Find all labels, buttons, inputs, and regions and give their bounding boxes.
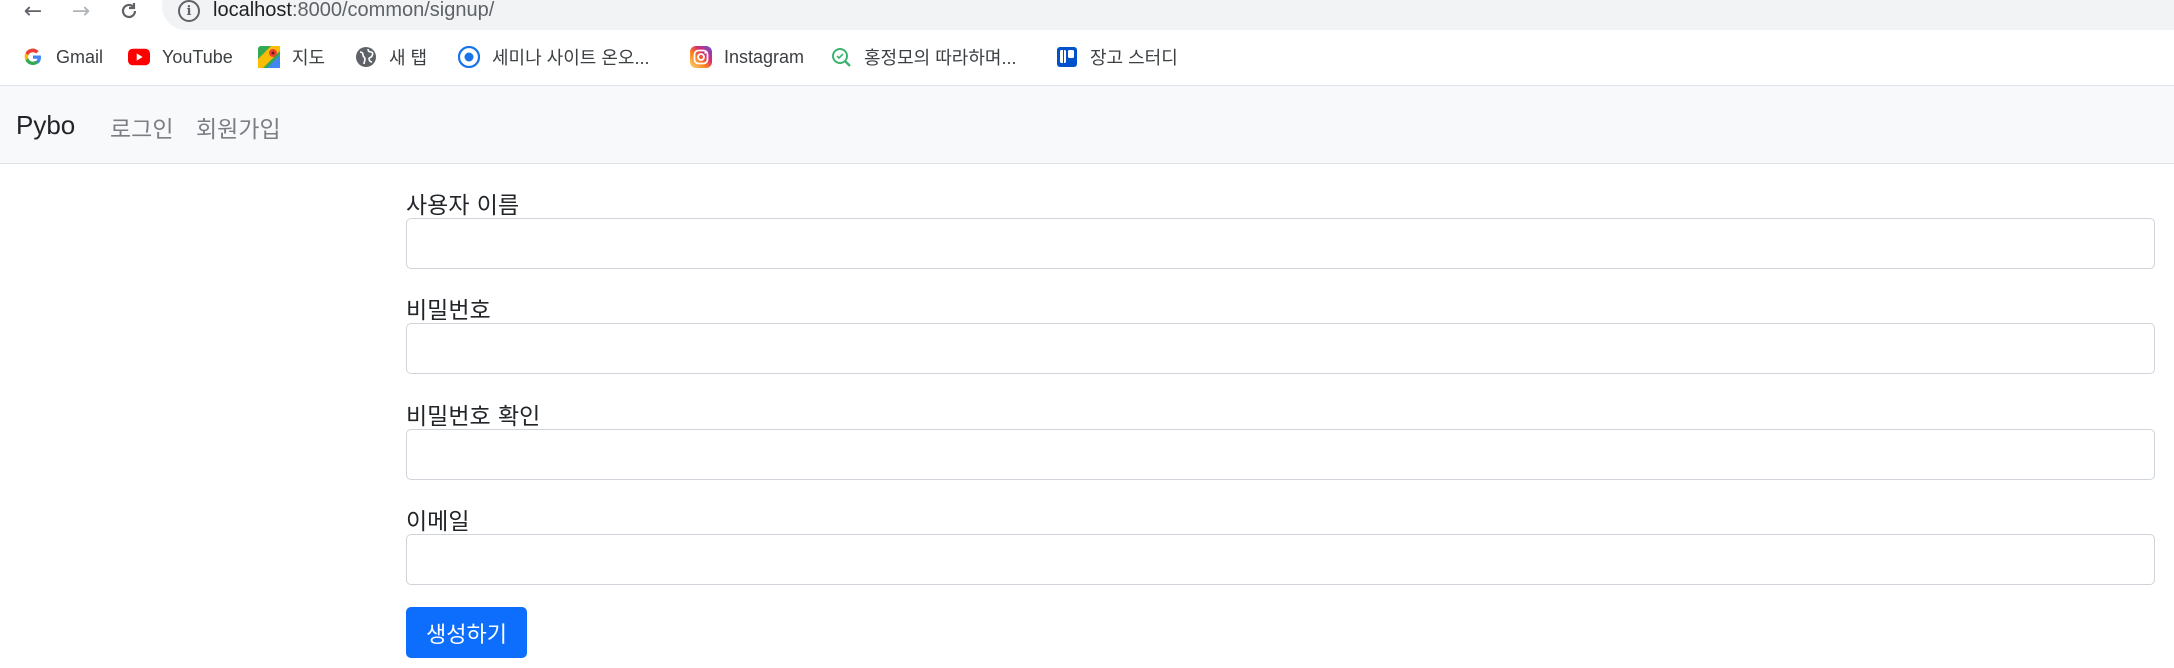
password-input[interactable] (406, 323, 2155, 374)
bookmark-django-study[interactable]: 장고 스터디 (1056, 40, 1178, 74)
maps-icon (258, 46, 280, 68)
trello-icon (1056, 46, 1078, 68)
browser-address-bar: ← → i localhost:8000/common/signup/ (0, 0, 2174, 30)
bookmark-youtube[interactable]: YouTube (128, 40, 233, 74)
url-host: localhost (213, 0, 292, 21)
bookmark-label: 지도 (292, 48, 326, 68)
bookmark-seminar[interactable]: 세미나 사이트 온오... (458, 40, 649, 74)
reload-button[interactable] (114, 0, 144, 24)
globe-icon (355, 46, 377, 68)
google-icon (22, 46, 44, 68)
nav-link-signup[interactable]: 회원가입 (196, 110, 281, 144)
bookmark-new-tab[interactable]: 새 탭 (355, 40, 427, 74)
username-input[interactable] (406, 218, 2155, 269)
bookmark-maps[interactable]: 지도 (258, 40, 325, 74)
password-confirm-input[interactable] (406, 429, 2155, 480)
bookmark-label: 장고 스터디 (1090, 48, 1178, 68)
email-label: 이메일 (406, 509, 470, 535)
bookmark-label: Instagram (724, 46, 805, 67)
password-confirm-label: 비밀번호 확인 (406, 404, 541, 430)
chrome-target-icon (458, 46, 480, 68)
site-info-icon[interactable]: i (178, 0, 200, 22)
password-label: 비밀번호 (406, 298, 491, 324)
url-text[interactable]: localhost:8000/common/signup/ (213, 0, 494, 22)
username-label: 사용자 이름 (406, 193, 520, 219)
bookmark-label: 세미나 사이트 온오... (492, 48, 650, 68)
bookmark-instagram[interactable]: Instagram (690, 40, 804, 74)
email-input[interactable] (406, 534, 2155, 585)
reload-icon (121, 3, 137, 19)
bookmark-label: Gmail (56, 46, 104, 67)
bookmark-hongjeongmo[interactable]: 홍정모의 따라하며... (830, 40, 1016, 74)
create-account-button[interactable]: 생성하기 (406, 607, 527, 658)
arrow-right-icon: → (71, 0, 91, 24)
url-path: :8000/common/signup/ (291, 0, 495, 21)
bookmark-label: 새 탭 (389, 48, 428, 68)
navbar-brand[interactable]: Pybo (16, 110, 75, 141)
bookmarks-bar: Gmail YouTube 지도 새 탭 세미나 사이트 온오... Insta… (0, 40, 2174, 78)
youtube-icon (128, 46, 150, 68)
nav-link-login[interactable]: 로그인 (110, 110, 173, 144)
bookmark-label: YouTube (162, 46, 233, 67)
bookmark-gmail[interactable]: Gmail (22, 40, 103, 74)
instagram-icon (690, 46, 712, 68)
navbar: Pybo 로그인 회원가입 (0, 85, 2174, 164)
bookmark-label: 홍정모의 따라하며... (864, 48, 1017, 68)
forward-button[interactable]: → (66, 0, 96, 24)
arrow-left-icon: ← (23, 0, 43, 24)
search-green-icon (830, 46, 852, 68)
back-button[interactable]: ← (18, 0, 48, 24)
